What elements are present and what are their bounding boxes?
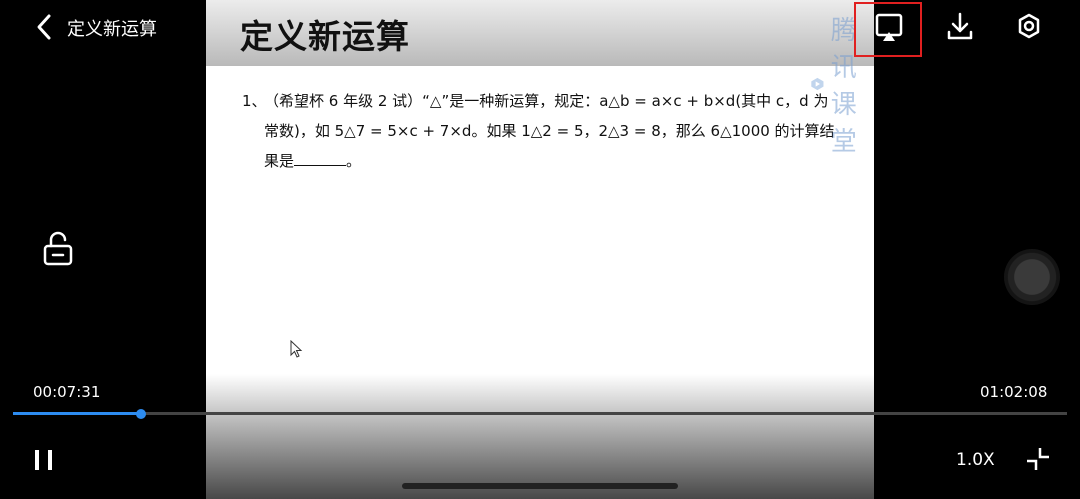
exit-fullscreen-icon[interactable] (1024, 445, 1052, 473)
progress-bar[interactable] (13, 412, 1067, 415)
problem-number: 1、 (242, 92, 267, 110)
slide-heading: 定义新运算 (240, 17, 410, 56)
answer-blank (294, 149, 347, 166)
cursor-icon (290, 340, 303, 358)
bottom-gradient (206, 374, 874, 499)
unlock-icon[interactable] (42, 231, 74, 267)
home-indicator (402, 483, 678, 489)
watermark-logo-icon (811, 77, 824, 91)
progress-fill (13, 412, 141, 415)
settings-icon[interactable] (1014, 10, 1044, 44)
slide-header: 定义新运算 (206, 0, 874, 66)
download-icon[interactable] (945, 10, 975, 44)
pause-icon[interactable] (33, 449, 55, 471)
problem-tail: 。 (346, 152, 362, 170)
highlight-box (854, 2, 922, 57)
back-arrow-icon[interactable] (32, 12, 58, 42)
floating-action-button[interactable] (1004, 249, 1060, 305)
page-title: 定义新运算 (67, 19, 157, 40)
current-time: 00:07:31 (33, 383, 101, 401)
problem-text: 1、 （希望杯 6 年级 2 试）“△”是一种新运算，规定：a△b = a×c … (242, 86, 842, 176)
video-frame[interactable]: 定义新运算 1、 （希望杯 6 年级 2 试）“△”是一种新运算，规定：a△b … (206, 0, 874, 499)
speed-button[interactable]: 1.0X (956, 450, 995, 470)
total-time: 01:02:08 (980, 383, 1048, 401)
progress-thumb[interactable] (135, 409, 146, 419)
